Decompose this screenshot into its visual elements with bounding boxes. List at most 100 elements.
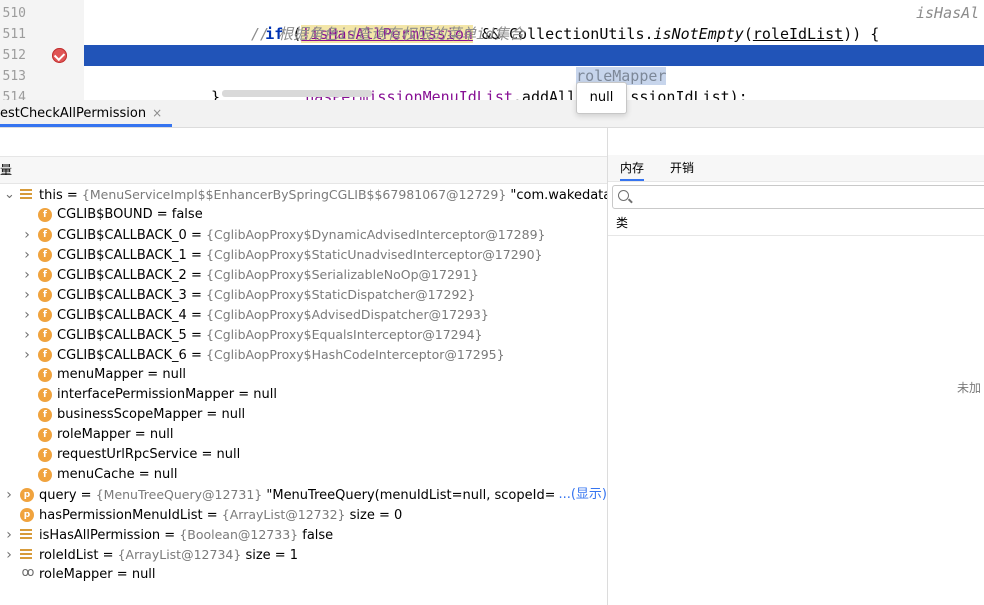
variable-type-ref: {ArrayList@12732} xyxy=(221,507,346,522)
editor-horizontal-scrollbar[interactable] xyxy=(222,90,372,97)
variable-value: null xyxy=(253,387,277,402)
variable-type-ref: {CglibAopProxy$StaticUnadvisedIntercepto… xyxy=(206,247,543,262)
variable-separator: = xyxy=(234,387,254,402)
variable-separator: = xyxy=(186,308,207,323)
class-column-label: 类 xyxy=(616,216,629,230)
code-line-513[interactable]: 513 hasPermissionMenuIdList.addAll(permi… xyxy=(0,66,984,100)
variable-row[interactable]: › isHasAllPermission = {Boolean@12733} fa… xyxy=(0,525,607,545)
variable-separator: = xyxy=(112,567,132,582)
chevron-right-icon[interactable]: › xyxy=(4,545,14,565)
memory-panel: 内存 开销 类 未加 xyxy=(608,155,984,605)
variable-type-ref: {MenuTreeQuery@12731} xyxy=(95,487,263,502)
code-line-514[interactable]: 514 } xyxy=(0,87,984,100)
variable-name: CGLIB$CALLBACK_4 xyxy=(57,308,187,323)
chevron-right-icon[interactable]: › xyxy=(22,285,32,305)
variable-row[interactable]: f menuCache = null xyxy=(0,465,607,485)
variable-name: CGLIB$BOUND xyxy=(57,207,153,222)
variable-value: null xyxy=(131,567,156,582)
variable-value: null xyxy=(149,427,174,442)
variable-separator: = xyxy=(186,288,207,303)
code-line-512[interactable]: 512 List<Long> permissionIdList = roleMa… xyxy=(0,45,984,85)
variable-value: "MenuTreeQuery(menuIdList=null, scopeId=… xyxy=(262,488,585,503)
local-variable-icon xyxy=(20,549,32,561)
chevron-right-icon[interactable]: › xyxy=(22,265,32,285)
variable-row[interactable]: p hasPermissionMenuIdList = {ArrayList@12… xyxy=(0,505,607,525)
variable-type-ref: {CglibAopProxy$DynamicAdvisedInterceptor… xyxy=(206,227,546,242)
line-number: 511 xyxy=(2,27,26,42)
tab-label: estCheckAllPermission xyxy=(0,106,147,121)
variable-value: size = 0 xyxy=(345,508,403,523)
variable-name: CGLIB$CALLBACK_2 xyxy=(57,268,187,283)
variable-name: roleMapper xyxy=(39,567,113,582)
variable-type-ref: {CglibAopProxy$StaticDispatcher@17292} xyxy=(206,287,476,302)
chevron-right-icon[interactable]: › xyxy=(4,525,14,545)
variable-separator: = xyxy=(186,248,207,263)
tab-debug-session[interactable]: estCheckAllPermission × xyxy=(0,100,173,127)
field-icon: f xyxy=(38,328,52,342)
variable-row[interactable]: oo roleMapper = null xyxy=(0,565,607,585)
variables-title: 量 xyxy=(0,163,13,177)
value-tooltip: null xyxy=(576,82,627,114)
variable-separator: = xyxy=(186,328,207,343)
variable-row[interactable]: › f CGLIB$CALLBACK_4 = {CglibAopProxy$Advi… xyxy=(0,305,607,325)
variable-name: requestUrlRpcService xyxy=(57,447,198,462)
variable-row[interactable]: › f CGLIB$CALLBACK_0 = {CglibAopProxy$Dyna… xyxy=(0,225,607,245)
class-search-input[interactable] xyxy=(612,185,984,209)
chevron-down-icon[interactable]: ⌄ xyxy=(4,185,15,205)
variable-row[interactable]: › f CGLIB$CALLBACK_2 = {CglibAopProxy$Seri… xyxy=(0,265,607,285)
variable-row[interactable]: f menuMapper = null xyxy=(0,365,607,385)
variable-row[interactable]: f interfacePermissionMapper = null xyxy=(0,385,607,405)
variable-row[interactable]: › f CGLIB$CALLBACK_3 = {CglibAopProxy$Stat… xyxy=(0,285,607,305)
variable-name: menuCache xyxy=(57,467,135,482)
variables-panel: 量 ⌄ this = {MenuServiceImpl$$EnhancerBySp… xyxy=(0,128,608,605)
variable-separator: = xyxy=(202,407,222,422)
variable-value: null xyxy=(221,407,246,422)
variable-name: hasPermissionMenuIdList xyxy=(39,508,203,523)
tab-memory[interactable]: 内存 xyxy=(620,155,645,181)
show-value-link[interactable]: ...(显示) xyxy=(554,485,607,505)
close-icon[interactable]: × xyxy=(152,106,162,120)
variable-row[interactable]: › p query = {MenuTreeQuery@12731} "MenuTre… xyxy=(0,485,607,505)
variable-name: this xyxy=(39,188,63,203)
variable-name: CGLIB$CALLBACK_3 xyxy=(57,288,187,303)
variable-name: isHasAllPermission xyxy=(39,528,161,543)
variable-name: roleIdList xyxy=(39,548,99,563)
variable-value: null xyxy=(162,367,187,382)
chevron-right-icon[interactable]: › xyxy=(22,345,32,365)
code-line-510[interactable]: 510 if (!isHasAllPermission && Collectio… xyxy=(0,3,984,43)
variable-name: menuMapper xyxy=(57,367,144,382)
variable-row[interactable]: f businessScopeMapper = null xyxy=(0,405,607,425)
variable-type-ref: {MenuServiceImpl$$EnhancerBySpringCGLIB$… xyxy=(81,187,507,202)
code-editor[interactable]: 510 if (!isHasAllPermission && Collectio… xyxy=(0,0,984,100)
variable-row[interactable]: › roleIdList = {ArrayList@12734} size = 1 xyxy=(0,545,607,565)
class-column-header[interactable]: 类 xyxy=(608,211,984,236)
variable-separator: = xyxy=(62,188,82,203)
variable-name: CGLIB$CALLBACK_0 xyxy=(57,228,187,243)
chevron-right-icon[interactable]: › xyxy=(4,485,14,505)
variable-row[interactable]: › f CGLIB$CALLBACK_1 = {CglibAopProxy$Stat… xyxy=(0,245,607,265)
chevron-right-icon[interactable]: › xyxy=(22,245,32,265)
variable-row[interactable]: ⌄ this = {MenuServiceImpl$$EnhancerBySpri… xyxy=(0,185,607,205)
field-icon: f xyxy=(38,288,52,302)
field-icon: f xyxy=(38,368,52,382)
variable-row[interactable]: › f CGLIB$CALLBACK_6 = {CglibAopProxy$Hash… xyxy=(0,345,607,365)
field-icon: f xyxy=(38,388,52,402)
tab-overhead[interactable]: 开销 xyxy=(670,155,694,181)
variable-type-ref: {CglibAopProxy$AdvisedDispatcher@17293} xyxy=(206,307,489,322)
variable-type-ref: {CglibAopProxy$SerializableNoOp@17291} xyxy=(206,267,479,282)
breakpoint-icon[interactable] xyxy=(52,48,67,63)
chevron-right-icon[interactable]: › xyxy=(22,225,32,245)
variable-name: roleMapper xyxy=(57,427,131,442)
variable-row[interactable]: f CGLIB$BOUND = false xyxy=(0,205,607,225)
field-icon: f xyxy=(38,248,52,262)
line-number: 514 xyxy=(2,90,26,100)
code-comment: // 根据角色id查询有权限的菜单id集合 xyxy=(251,25,525,43)
chevron-right-icon[interactable]: › xyxy=(22,325,32,345)
variable-row[interactable]: › f CGLIB$CALLBACK_5 = {CglibAopProxy$Equa… xyxy=(0,325,607,345)
chevron-right-icon[interactable]: › xyxy=(22,305,32,325)
line-number: 510 xyxy=(2,6,26,21)
variable-row[interactable]: f roleMapper = null xyxy=(0,425,607,445)
variable-value: false xyxy=(298,528,334,543)
variable-row[interactable]: f requestUrlRpcService = null xyxy=(0,445,607,465)
code-line-511[interactable]: 511 // 根据角色id查询有权限的菜单id集合 xyxy=(0,24,984,45)
